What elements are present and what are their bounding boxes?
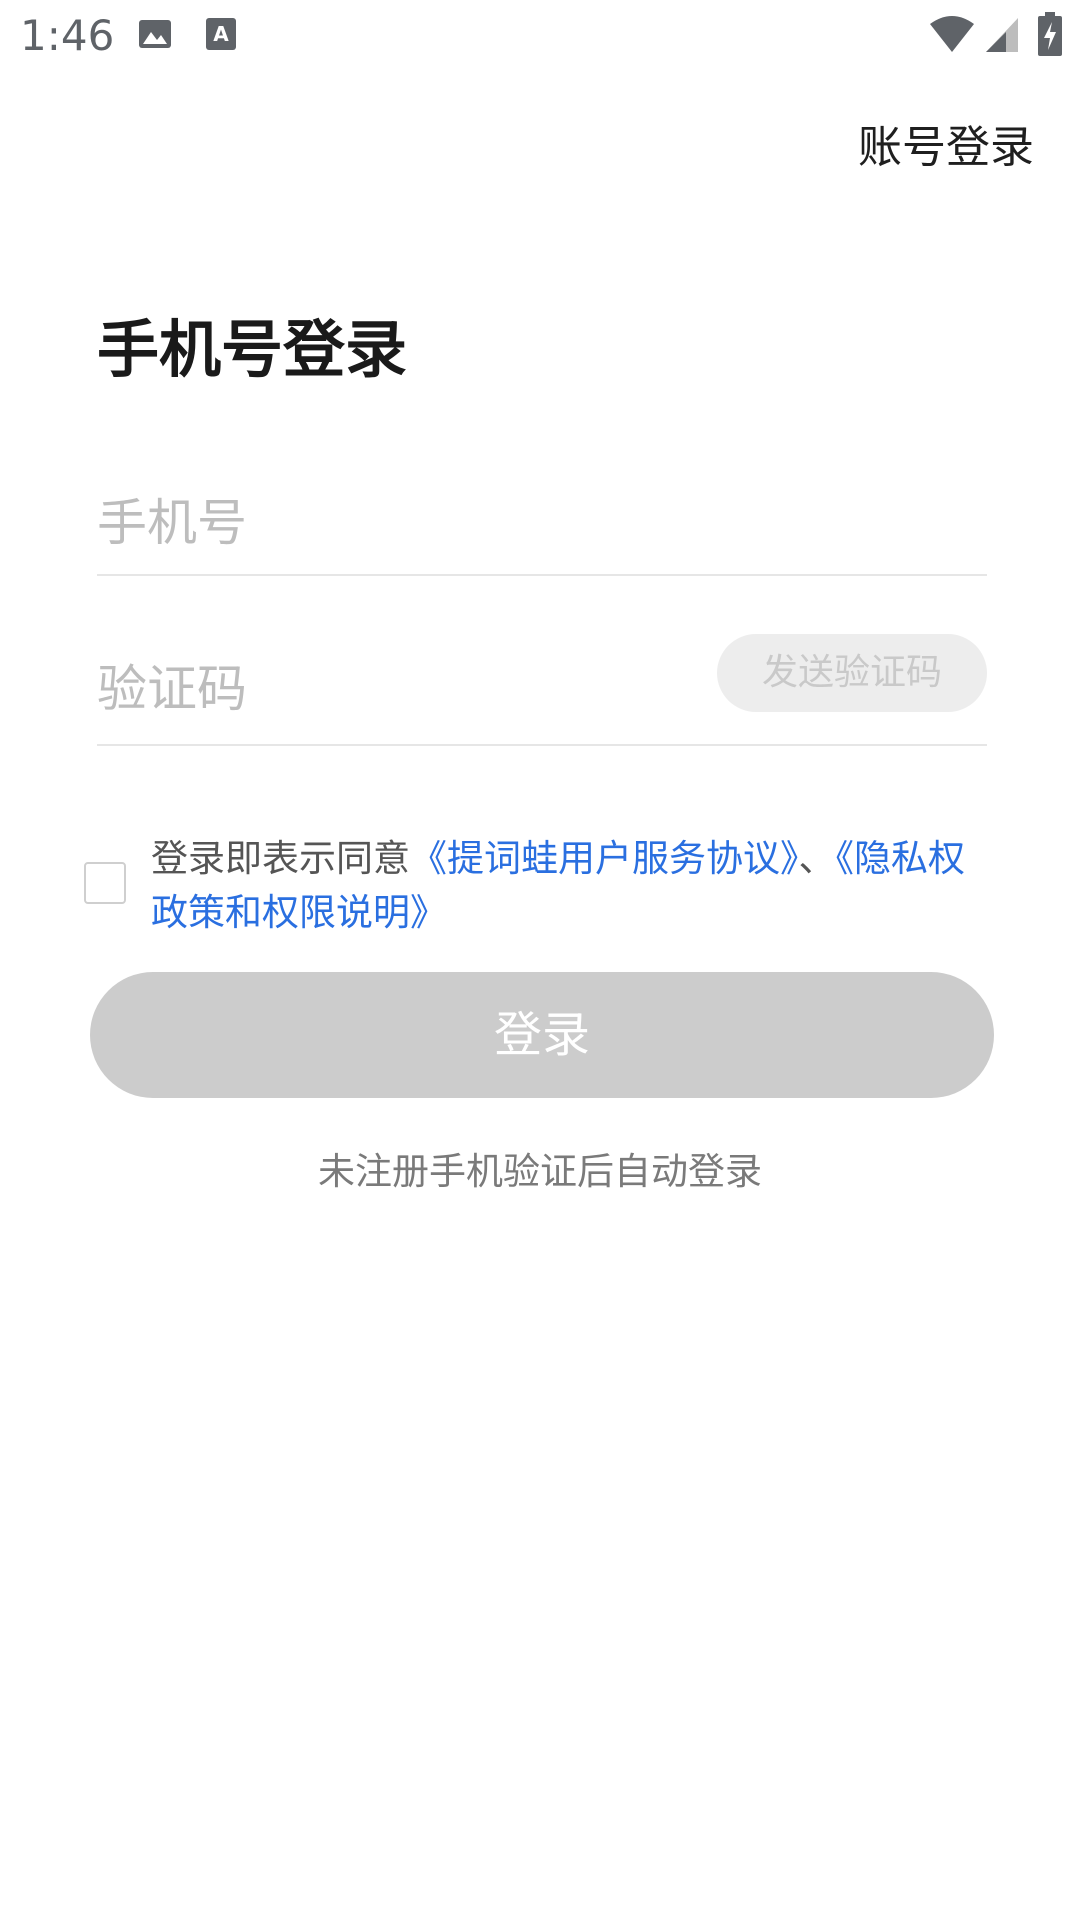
account-login-link[interactable]: 账号登录 <box>858 118 1034 178</box>
agreement-checkbox[interactable] <box>84 862 126 904</box>
agreement-prefix: 登录即表示同意 <box>151 837 410 880</box>
phone-input[interactable] <box>97 478 657 568</box>
battery-charging-icon <box>1038 12 1062 60</box>
send-code-button[interactable]: 发送验证码 <box>717 634 987 712</box>
wifi-icon <box>928 14 976 58</box>
phone-field <box>97 470 987 576</box>
status-bar: 1:46 A <box>0 0 1080 72</box>
status-time: 1:46 <box>20 11 115 60</box>
page-title: 手机号登录 <box>97 313 408 386</box>
svg-text:A: A <box>213 22 229 46</box>
font-a-icon: A <box>205 16 237 56</box>
verification-code-input[interactable] <box>97 644 657 734</box>
signal-icon <box>984 16 1020 58</box>
login-screen: 1:46 A 账号登录 手机号登录 手机号 验证码 发送验证码 登录即表示同意《… <box>0 0 1080 1920</box>
agreement-separator: 、 <box>798 837 836 880</box>
agreement-text: 登录即表示同意《提词蛙用户服务协议》、《隐私权政策和权限说明》 <box>151 832 1001 940</box>
auto-register-hint: 未注册手机验证后自动登录 <box>318 1150 762 1193</box>
user-agreement-link[interactable]: 《提词蛙用户服务协议》 <box>410 837 799 880</box>
verification-code-field: 发送验证码 <box>97 630 987 746</box>
image-icon <box>137 16 173 56</box>
login-button[interactable]: 登录 <box>90 972 994 1098</box>
